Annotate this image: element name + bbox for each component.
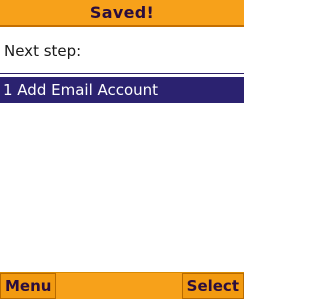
next-step-label: Next step: [4, 42, 82, 60]
list-item-label: 1 Add Email Account [3, 81, 159, 99]
list-item-add-email-account[interactable]: 1 Add Email Account [0, 77, 244, 103]
title-bar: Saved! [0, 0, 244, 27]
step-list: 1 Add Email Account [0, 77, 244, 103]
select-softkey-button[interactable]: Select [181, 273, 244, 299]
divider [0, 73, 244, 74]
softkey-bar: Menu Select [0, 272, 244, 299]
menu-softkey-button[interactable]: Menu [0, 273, 57, 299]
page-title: Saved! [89, 3, 155, 22]
